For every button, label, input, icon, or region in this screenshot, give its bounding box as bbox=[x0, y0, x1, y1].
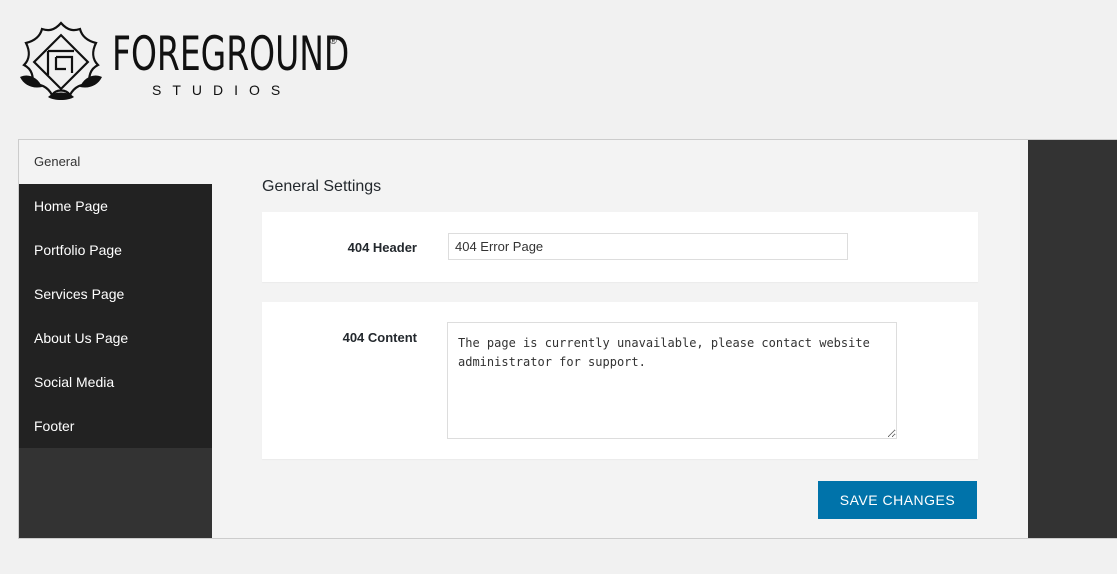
header-field-label: 404 Header bbox=[347, 240, 417, 255]
page-title: General Settings bbox=[262, 178, 382, 195]
right-dark-panel bbox=[1028, 140, 1117, 538]
settings-sidebar: General Home Page Portfolio Page Service… bbox=[19, 140, 212, 538]
sidebar-item-home-page[interactable]: Home Page bbox=[19, 184, 212, 228]
sidebar-item-about-us-page[interactable]: About Us Page bbox=[19, 316, 212, 360]
lotus-emblem-icon bbox=[20, 21, 102, 100]
sidebar-item-social-media[interactable]: Social Media bbox=[19, 360, 212, 404]
settings-panel: General Home Page Portfolio Page Service… bbox=[18, 139, 1117, 539]
brand-subtitle: STUDIOS bbox=[152, 82, 292, 98]
sidebar-item-footer[interactable]: Footer bbox=[19, 404, 212, 448]
header-input[interactable] bbox=[448, 233, 848, 260]
header-field-card: 404 Header bbox=[262, 212, 978, 282]
brand-name: FOREGROUND bbox=[112, 27, 350, 82]
sidebar-item-services-page[interactable]: Services Page bbox=[19, 272, 212, 316]
foreground-studios-logo: FOREGROUND ® STUDIOS bbox=[18, 17, 358, 103]
registered-mark: ® bbox=[330, 36, 337, 46]
content-field-card: 404 Content The page is currently unavai… bbox=[262, 302, 978, 459]
save-changes-button[interactable]: SAVE CHANGES bbox=[818, 481, 977, 519]
content-textarea[interactable]: The page is currently unavailable, pleas… bbox=[447, 322, 897, 439]
content-field-label: 404 Content bbox=[342, 330, 417, 345]
sidebar-item-general[interactable]: General bbox=[19, 140, 212, 184]
sidebar-item-portfolio-page[interactable]: Portfolio Page bbox=[19, 228, 212, 272]
